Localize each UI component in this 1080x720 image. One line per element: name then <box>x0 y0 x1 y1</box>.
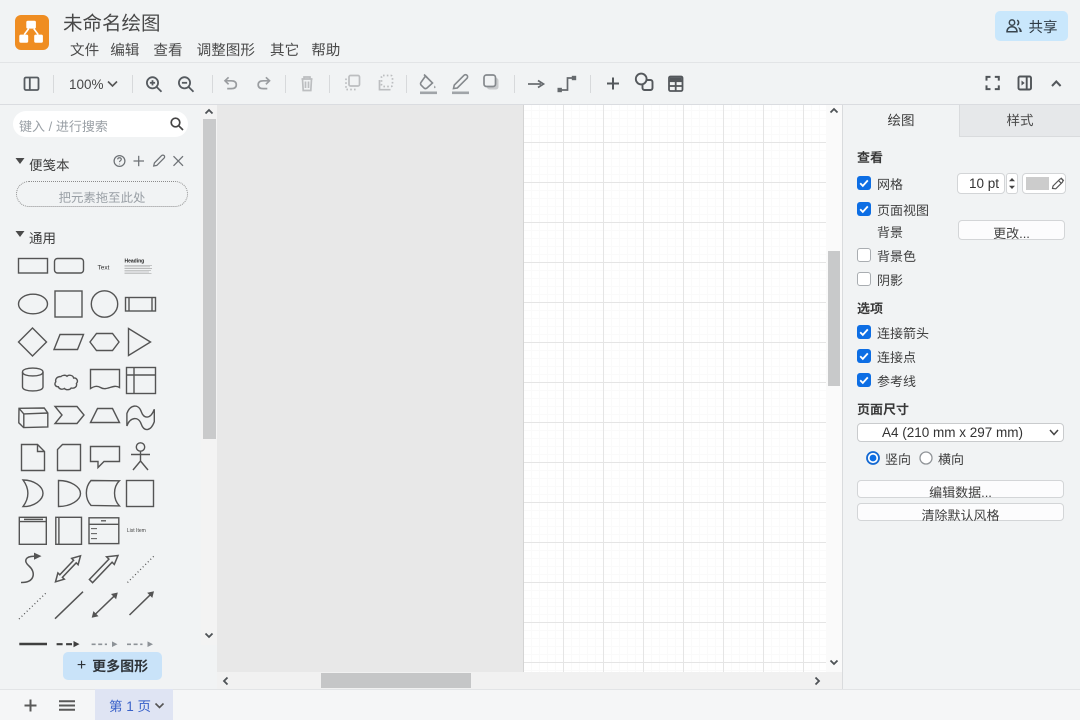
svg-text:Heading: Heading <box>125 259 145 265</box>
svg-text:List Item: List Item <box>127 528 146 534</box>
svg-text:Text: Text <box>98 265 110 272</box>
